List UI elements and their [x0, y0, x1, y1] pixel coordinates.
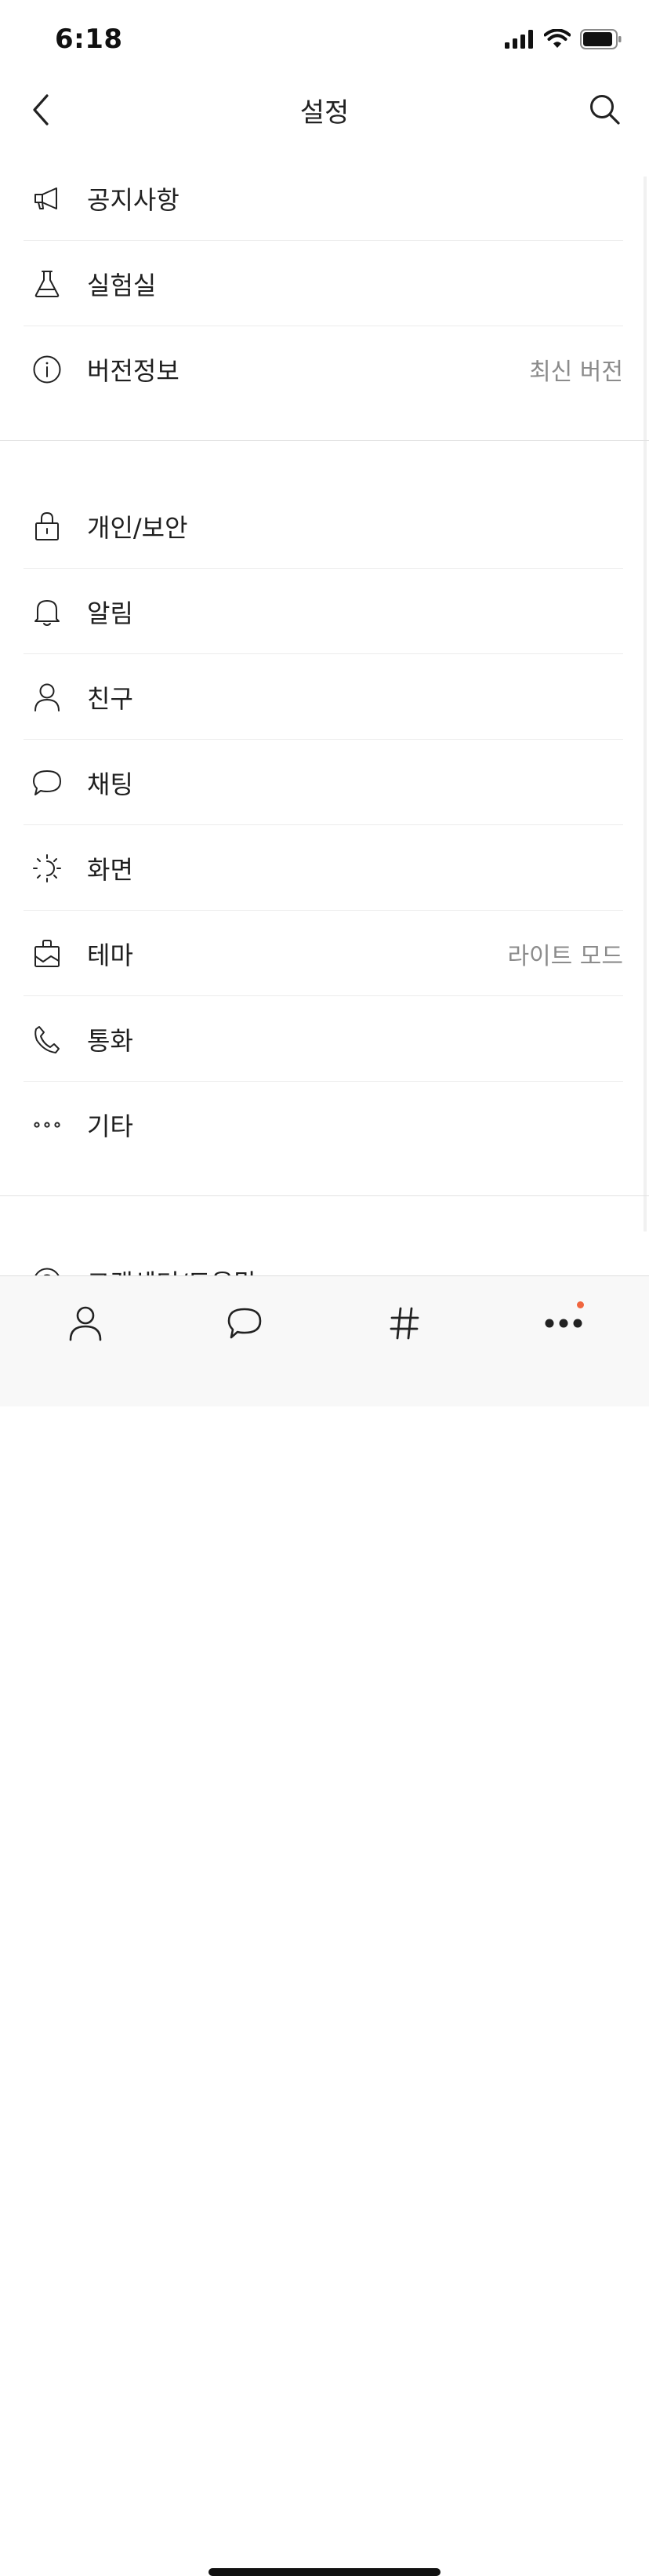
- info-icon: [24, 346, 71, 393]
- theme-mode-value: 라이트 모드: [507, 942, 623, 970]
- settings-item-label: 채팅: [87, 769, 133, 799]
- settings-item-label: 버전정보: [87, 355, 179, 386]
- settings-item-label: 개인/보안: [87, 512, 188, 543]
- settings-item-etc[interactable]: 기타: [24, 1082, 623, 1167]
- settings-item-chats[interactable]: 채팅: [24, 740, 623, 825]
- search-button[interactable]: [582, 86, 629, 133]
- phone-icon: [24, 1016, 71, 1063]
- settings-item-label: 통화: [87, 1025, 133, 1056]
- settings-item-version[interactable]: 버전정보 최신 버전: [24, 326, 623, 412]
- home-indicator: [208, 2568, 441, 2576]
- tab-hashtag[interactable]: [373, 1292, 436, 1355]
- chat-bubble-icon: [24, 759, 71, 806]
- settings-item-notifications[interactable]: 알림: [24, 569, 623, 654]
- settings-item-label: 친구: [87, 683, 133, 714]
- settings-item-display[interactable]: 화면: [24, 825, 623, 911]
- settings-item-theme[interactable]: 테마 라이트 모드: [24, 911, 623, 996]
- brightness-icon: [24, 845, 71, 892]
- more-icon: [545, 1319, 582, 1328]
- settings-section: 개인/보안 알림 친구 채팅 화면 테마 라이트 모드 통화 기타: [0, 483, 649, 1167]
- settings-item-friends[interactable]: 친구: [24, 654, 623, 740]
- battery-icon: [580, 29, 622, 49]
- flask-icon: [24, 260, 71, 307]
- settings-item-label: 테마: [87, 940, 133, 970]
- settings-item-notices[interactable]: 공지사항: [24, 155, 623, 241]
- status-icons: [505, 27, 622, 52]
- settings-item-privacy[interactable]: 개인/보안: [24, 483, 623, 569]
- settings-item-lab[interactable]: 실험실: [24, 241, 623, 326]
- nav-bar: 설정: [0, 78, 649, 141]
- tab-friends[interactable]: [54, 1292, 117, 1355]
- bell-icon: [24, 588, 71, 635]
- settings-item-calls[interactable]: 통화: [24, 996, 623, 1082]
- settings-item-label: 기타: [87, 1111, 133, 1141]
- status-bar: 6:18: [0, 0, 649, 78]
- status-time: 6:18: [55, 24, 123, 55]
- tab-bar: [0, 1275, 649, 2576]
- person-icon: [69, 1306, 102, 1341]
- tab-chats[interactable]: [213, 1292, 276, 1355]
- signal-icon: [505, 30, 533, 49]
- lock-icon: [24, 503, 71, 550]
- notification-badge: [577, 1301, 584, 1308]
- settings-item-label: 실험실: [87, 270, 157, 300]
- settings-list: 공지사항 실험실 버전정보 최신 버전 개인/보안 알림 친구 채팅 화면 테마…: [0, 155, 649, 1324]
- settings-item-label: 공지사항: [87, 184, 179, 215]
- theme-icon: [24, 930, 71, 977]
- settings-item-label: 화면: [87, 854, 133, 885]
- hashtag-icon: [390, 1307, 419, 1340]
- tab-more[interactable]: [532, 1292, 595, 1355]
- megaphone-icon: [24, 175, 71, 222]
- person-icon: [24, 674, 71, 721]
- version-status: 최신 버전: [529, 358, 623, 386]
- settings-item-label: 알림: [87, 598, 133, 628]
- page-title: 설정: [299, 97, 350, 129]
- more-icon: [24, 1101, 71, 1148]
- search-icon: [590, 95, 620, 125]
- settings-section: 공지사항 실험실 버전정보 최신 버전: [0, 155, 649, 412]
- wifi-icon: [544, 29, 571, 48]
- chat-bubble-icon: [227, 1308, 262, 1339]
